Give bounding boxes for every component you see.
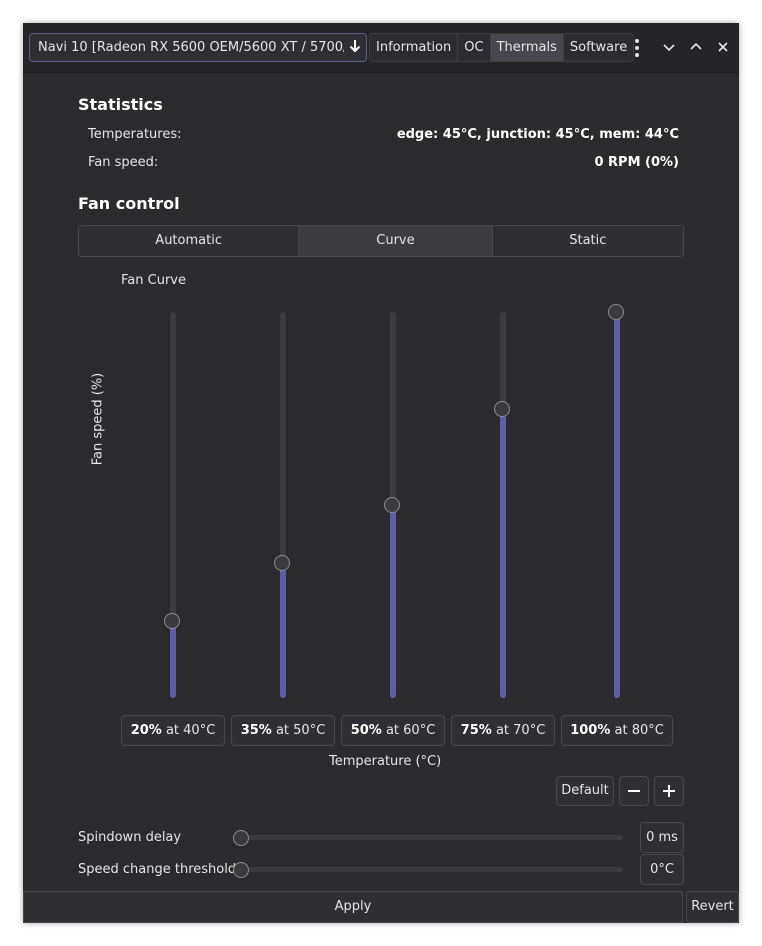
gpu-selector-label: Navi 10 [Radeon RX 5600 OEM/5600 XT / 57… bbox=[38, 40, 344, 55]
plus-icon bbox=[661, 783, 677, 798]
speed-change-threshold-handle[interactable] bbox=[233, 862, 249, 878]
point-speed: 100% bbox=[570, 723, 611, 738]
temperatures-label: Temperatures: bbox=[88, 127, 182, 142]
spindown-delay-handle[interactable] bbox=[233, 830, 249, 846]
mode-automatic-button[interactable]: Automatic bbox=[79, 226, 300, 256]
speed-change-threshold-value[interactable]: 0°C bbox=[640, 854, 684, 885]
add-point-button[interactable] bbox=[654, 776, 684, 806]
curve-point-label-4[interactable]: 75% at 70°C bbox=[451, 715, 555, 746]
curve-point-label-3[interactable]: 50% at 60°C bbox=[341, 715, 445, 746]
mode-static-button[interactable]: Static bbox=[492, 226, 683, 256]
minus-icon bbox=[626, 783, 642, 798]
spindown-delay-label: Spindown delay bbox=[78, 830, 182, 845]
statistics-heading: Statistics bbox=[78, 95, 163, 114]
slider-fill bbox=[390, 505, 396, 698]
tab-oc[interactable]: OC bbox=[458, 34, 491, 61]
gpu-selector-dropdown[interactable]: Navi 10 [Radeon RX 5600 OEM/5600 XT / 57… bbox=[29, 33, 367, 62]
point-temp: at 50°C bbox=[271, 723, 326, 738]
point-speed: 35% bbox=[240, 723, 272, 738]
default-button[interactable]: Default bbox=[556, 776, 614, 806]
y-axis-label: Fan speed (%) bbox=[90, 372, 106, 466]
tab-information[interactable]: Information bbox=[370, 34, 459, 61]
fan-mode-selector: Automatic Curve Static bbox=[78, 225, 684, 257]
slider-fill bbox=[500, 408, 506, 698]
slider-fill bbox=[280, 562, 286, 698]
close-icon[interactable] bbox=[714, 38, 732, 56]
fan-control-heading: Fan control bbox=[78, 194, 180, 213]
temperatures-value: edge: 45°C, junction: 45°C, mem: 44°C bbox=[396, 127, 679, 142]
main-window: Navi 10 [Radeon RX 5600 OEM/5600 XT / 57… bbox=[23, 23, 739, 923]
point-temp: at 80°C bbox=[610, 723, 664, 738]
header-bar: Navi 10 [Radeon RX 5600 OEM/5600 XT / 57… bbox=[23, 23, 739, 73]
kebab-menu-icon[interactable] bbox=[627, 33, 647, 62]
point-speed: 50% bbox=[350, 723, 382, 738]
maximize-icon[interactable] bbox=[687, 38, 705, 56]
tab-thermals[interactable]: Thermals bbox=[490, 34, 564, 61]
revert-button[interactable]: Revert bbox=[686, 891, 739, 923]
speed-change-threshold-slider[interactable] bbox=[241, 867, 623, 872]
curve-point-label-1[interactable]: 20% at 40°C bbox=[121, 715, 225, 746]
point-speed: 75% bbox=[460, 723, 492, 738]
slider-handle[interactable] bbox=[384, 497, 400, 513]
page-tabs: Information OC Thermals Software bbox=[369, 33, 635, 62]
minimize-icon[interactable] bbox=[660, 38, 678, 56]
fan-speed-value: 0 RPM (0%) bbox=[594, 155, 679, 170]
slider-handle[interactable] bbox=[608, 304, 624, 320]
curve-point-label-5[interactable]: 100% at 80°C bbox=[561, 715, 673, 746]
arrow-down-icon bbox=[344, 39, 366, 57]
speed-change-threshold-label: Speed change threshold bbox=[78, 862, 237, 877]
point-temp: at 60°C bbox=[381, 723, 436, 738]
slider-handle[interactable] bbox=[274, 554, 290, 571]
mode-curve-button[interactable]: Curve bbox=[299, 226, 493, 256]
point-temp: at 70°C bbox=[491, 723, 546, 738]
point-temp: at 40°C bbox=[161, 723, 216, 738]
curve-point-slider-2[interactable] bbox=[274, 312, 290, 698]
curve-point-slider-1[interactable] bbox=[164, 312, 180, 698]
spindown-delay-slider[interactable] bbox=[241, 835, 623, 840]
slider-fill bbox=[170, 620, 176, 698]
fan-speed-label: Fan speed: bbox=[88, 155, 159, 170]
slider-handle[interactable] bbox=[494, 400, 510, 417]
spindown-delay-value[interactable]: 0 ms bbox=[640, 822, 684, 853]
slider-fill bbox=[614, 312, 620, 698]
curve-point-slider-5[interactable] bbox=[608, 304, 624, 698]
remove-point-button[interactable] bbox=[619, 776, 649, 806]
tab-software[interactable]: Software bbox=[563, 34, 634, 61]
x-axis-label: Temperature (°C) bbox=[329, 754, 442, 769]
slider-handle[interactable] bbox=[164, 612, 180, 629]
apply-button[interactable]: Apply bbox=[23, 891, 683, 923]
curve-point-slider-3[interactable] bbox=[384, 312, 400, 698]
curve-point-slider-4[interactable] bbox=[494, 312, 510, 698]
fan-curve-title: Fan Curve bbox=[121, 273, 186, 288]
point-speed: 20% bbox=[130, 723, 162, 738]
curve-point-label-2[interactable]: 35% at 50°C bbox=[231, 715, 335, 746]
